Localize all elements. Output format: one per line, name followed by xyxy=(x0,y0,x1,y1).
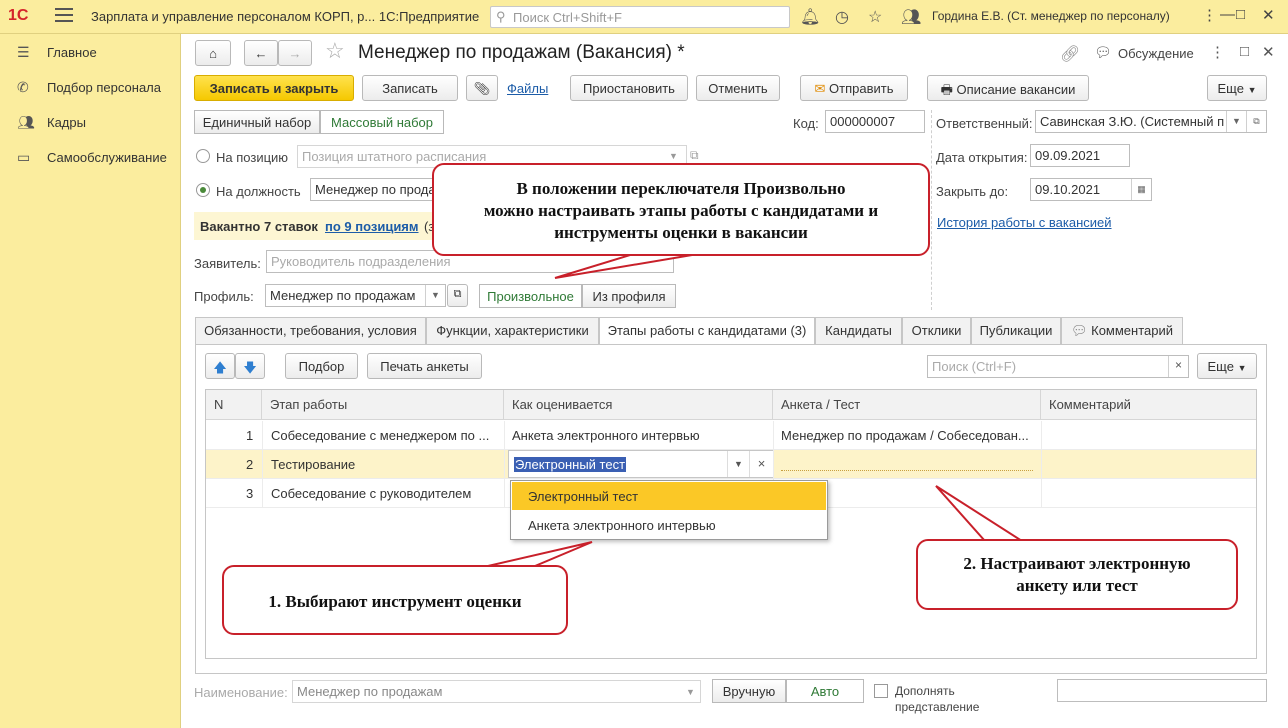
callout-configure-test: 2. Настраивают электронную анкету или те… xyxy=(916,539,1238,610)
callout-one-pointer xyxy=(487,541,593,567)
callout-select-tool: 1. Выбирают инструмент оценки xyxy=(222,565,568,635)
callout-two-pointer xyxy=(935,485,1026,542)
callout-profile-mode: В положении переключателя Произвольно мо… xyxy=(432,163,930,256)
callout-pointers xyxy=(487,251,1026,567)
